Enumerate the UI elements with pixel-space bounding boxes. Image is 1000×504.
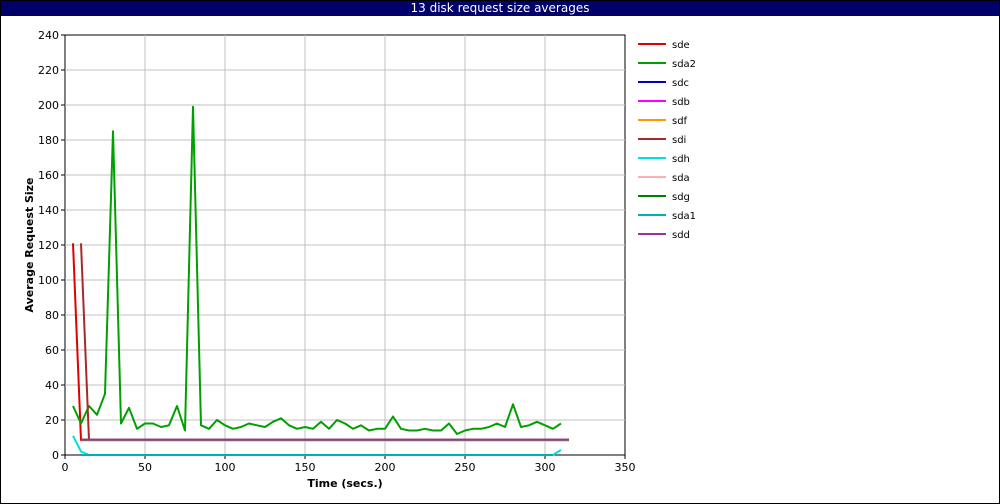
chart-canvas: 0 50 100 150 200 250 300 350 0 20 40 60 80 100 120 140 1… (23, 29, 696, 490)
y-tick-label: 100 (38, 274, 59, 287)
y-tick-label: 160 (38, 169, 59, 182)
x-axis-label: Time (secs.) (307, 477, 382, 490)
y-tick-label: 0 (52, 449, 59, 462)
y-axis-label: Average Request Size (23, 177, 36, 312)
x-tick-label: 300 (535, 461, 556, 474)
y-tick-label: 80 (45, 309, 59, 322)
legend-label-sda2: sda2 (672, 59, 696, 70)
legend-label-sdd: sdd (672, 230, 690, 241)
y-tick-label: 120 (38, 239, 59, 252)
legend-label-sdh: sdh (672, 154, 690, 165)
x-tick-label: 200 (375, 461, 396, 474)
legend-label-sdb: sdb (672, 97, 690, 108)
x-tick-label: 50 (138, 461, 152, 474)
x-tick-label: 250 (455, 461, 476, 474)
x-tick-label: 350 (615, 461, 636, 474)
y-tick-label: 180 (38, 134, 59, 147)
x-tick-label: 150 (295, 461, 316, 474)
legend: sde sda2 sdc sdb sdf sdi sdh sda sdg sda1 sdd (638, 40, 696, 241)
y-tick-label: 20 (45, 414, 59, 427)
y-tick-label: 240 (38, 29, 59, 42)
legend-label-sda: sda (672, 173, 690, 184)
x-tick-label: 100 (215, 461, 236, 474)
x-tick-label: 0 (62, 461, 69, 474)
y-tick-label: 220 (38, 64, 59, 77)
y-tick-label: 60 (45, 344, 59, 357)
legend-label-sdf: sdf (672, 116, 688, 127)
legend-label-sda1: sda1 (672, 211, 696, 222)
legend-label-sdc: sdc (672, 78, 689, 89)
y-tick-label: 40 (45, 379, 59, 392)
legend-label-sde: sde (672, 40, 690, 51)
legend-label-sdi: sdi (672, 135, 686, 146)
y-tick-label: 140 (38, 204, 59, 217)
legend-label-sdg: sdg (672, 192, 690, 203)
y-tick-label: 200 (38, 99, 59, 112)
